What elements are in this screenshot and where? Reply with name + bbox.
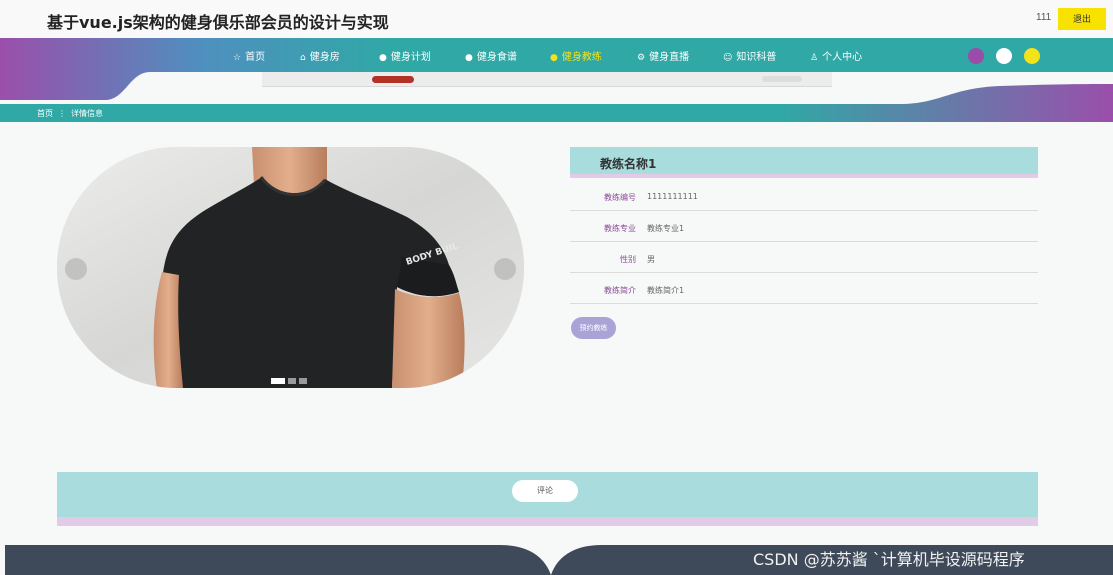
detail-header: 教练名称1: [570, 147, 1038, 178]
carousel-indicator[interactable]: [299, 378, 307, 384]
nav-item-home[interactable]: ☆ 首页: [233, 48, 265, 63]
page: 基于vue.js架构的健身俱乐部会员的设计与实现 111 退出 ☆ 首页 ⌂ 健…: [0, 0, 1113, 575]
carousel-prev-button[interactable]: [65, 258, 87, 280]
field-label: 教练专业: [604, 224, 636, 233]
bullet-icon: ●: [465, 53, 473, 63]
nav-item-plan[interactable]: ● 健身计划: [379, 48, 431, 63]
field-label: 教练简介: [604, 286, 636, 295]
nav-item-label: 健身直播: [649, 52, 690, 63]
detail-row-coach-id: 教练编号 1111111111: [570, 180, 1038, 211]
nav-item-recipe[interactable]: ● 健身食谱: [465, 48, 517, 63]
carousel-next-button[interactable]: [494, 258, 516, 280]
coach-image-carousel: BODY BUIL: [57, 147, 524, 388]
bullet-icon: ●: [379, 53, 387, 63]
breadcrumb-current: 详情信息: [71, 109, 103, 118]
detail-row-coach-specialty: 教练专业 教练专业1: [570, 211, 1038, 242]
theme-dot-white[interactable]: [996, 48, 1012, 64]
detail-row-coach-intro: 教练简介 教练简介1: [570, 273, 1038, 304]
field-value: 1111111111: [647, 192, 698, 201]
nav-item-label: 健身房: [309, 52, 340, 63]
carousel-indicators: [271, 378, 310, 396]
nav-item-live[interactable]: ⚙ 健身直播: [637, 48, 689, 63]
nav-item-label: 健身食谱: [476, 52, 517, 63]
home-icon: ⌂: [300, 53, 306, 63]
comment-button[interactable]: 评论: [512, 480, 578, 502]
banner-red-item: [372, 76, 414, 83]
nav-item-label: 健身教练: [561, 52, 602, 63]
bullet-icon: ●: [550, 53, 558, 63]
current-user-name: 111: [1036, 12, 1052, 23]
nav-item-label: 健身计划: [390, 52, 431, 63]
settings-icon: ⚙: [637, 53, 646, 63]
banner-shoe-item: [762, 76, 802, 82]
nav-item-label: 个人中心: [822, 52, 863, 63]
theme-dot-yellow[interactable]: [1024, 48, 1040, 64]
theme-dot-purple[interactable]: [968, 48, 984, 64]
logout-button[interactable]: 退出: [1058, 8, 1106, 30]
main-nav: ☆ 首页 ⌂ 健身房 ● 健身计划 ● 健身食谱 ● 健身教练 ⚙ 健身直播 ☺ 知识科普 ♙…: [0, 38, 1113, 72]
book-coach-button[interactable]: 预约教练: [571, 317, 616, 339]
nav-item-profile[interactable]: ♙ 个人中心: [810, 48, 862, 63]
field-value: 教练专业1: [647, 224, 685, 233]
nav-area: ☆ 首页 ⌂ 健身房 ● 健身计划 ● 健身食谱 ● 健身教练 ⚙ 健身直播 ☺ 知识科普 ♙…: [0, 38, 1113, 122]
breadcrumb-separator: ⋮: [58, 109, 66, 118]
field-label: 性别: [620, 255, 636, 264]
nav-item-gym[interactable]: ⌂ 健身房: [300, 48, 340, 63]
comment-section: 评论: [57, 472, 1038, 526]
user-icon: ♙: [810, 53, 819, 63]
watermark-text: CSDN @苏苏酱 `计算机毕设源码程序: [753, 550, 1025, 569]
breadcrumb-home[interactable]: 首页: [37, 109, 53, 118]
star-icon: ☆: [233, 53, 242, 63]
nav-item-knowledge[interactable]: ☺ 知识科普: [723, 48, 776, 63]
coach-photo: BODY BUIL: [57, 147, 524, 388]
carousel-indicator[interactable]: [288, 378, 296, 384]
top-title-bar: 基于vue.js架构的健身俱乐部会员的设计与实现 111 退出: [0, 0, 1113, 38]
detail-row-gender: 性别 男: [570, 242, 1038, 273]
smile-icon: ☺: [723, 53, 733, 63]
nav-item-label: 知识科普: [736, 52, 777, 63]
coach-name-title: 教练名称1: [600, 157, 657, 171]
field-value: 教练简介1: [647, 286, 685, 295]
breadcrumb: 首页 ⋮ 详情信息: [37, 108, 108, 119]
nav-item-coach[interactable]: ● 健身教练: [550, 48, 602, 63]
nav-item-label: 首页: [245, 52, 266, 63]
field-label: 教练编号: [604, 193, 636, 202]
site-title: 基于vue.js架构的健身俱乐部会员的设计与实现: [47, 13, 389, 32]
field-value: 男: [647, 255, 655, 264]
banner-image-strip: [262, 72, 832, 87]
carousel-indicator[interactable]: [271, 378, 285, 384]
